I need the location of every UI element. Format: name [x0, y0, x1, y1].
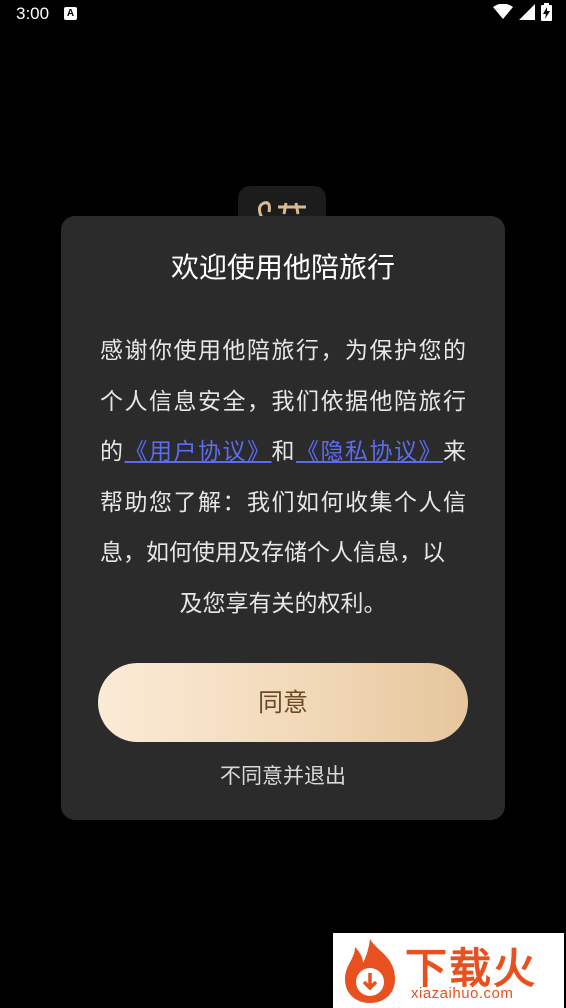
watermark-url: xiazaihuo.com — [411, 985, 514, 1002]
disagree-exit-button[interactable]: 不同意并退出 — [0, 760, 566, 790]
dialog-body: 感谢你使用他陪旅行，为保护您的个人信息安全，我们依据他陪旅行的《用户协议》和《隐… — [100, 326, 466, 629]
body-connector: 和 — [271, 439, 297, 465]
flame-download-icon — [345, 939, 395, 1003]
battery-charging-icon — [541, 3, 552, 25]
signal-icon — [519, 4, 535, 24]
wifi-icon — [493, 3, 513, 24]
agree-button[interactable]: 同意 — [98, 663, 468, 742]
body-text-part3: 及您享有关的权利。 — [179, 590, 387, 617]
dialog-title: 欢迎使用他陪旅行 — [170, 251, 395, 284]
user-agreement-link[interactable]: 《用户协议》 — [125, 439, 272, 465]
status-icons — [493, 3, 552, 25]
status-time: 3:00 — [16, 4, 50, 23]
watermark: 下载火 xiazaihuo.com — [333, 933, 564, 1008]
status-bar: 3:00 A — [0, 0, 566, 30]
privacy-agreement-link[interactable]: 《隐私协议》 — [296, 439, 443, 465]
notification-icon: A — [64, 7, 77, 20]
